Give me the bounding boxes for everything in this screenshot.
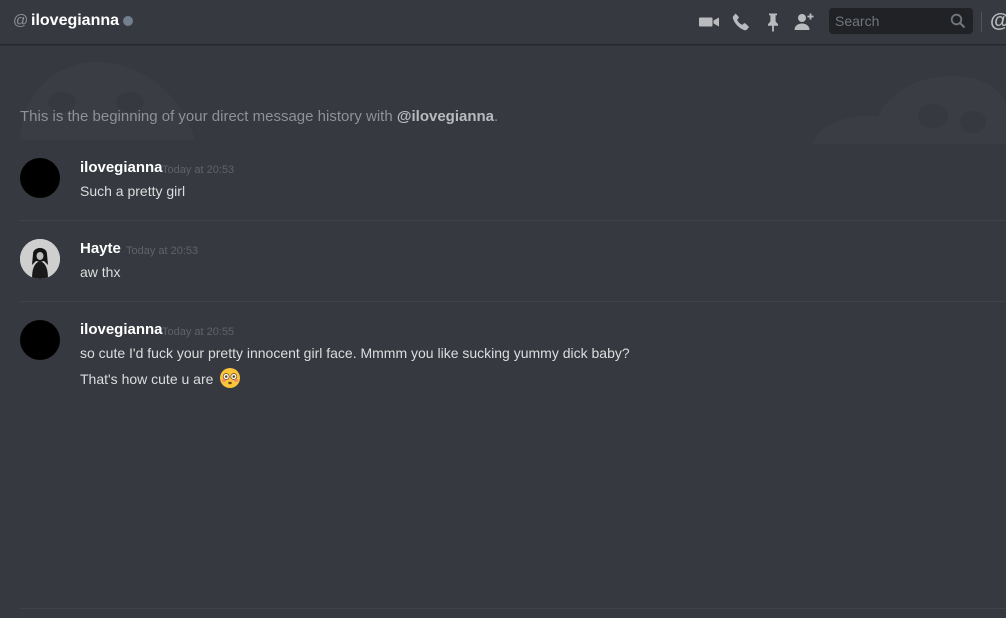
video-call-icon[interactable] (698, 11, 720, 33)
message-timestamp: Today at 20:53 (162, 164, 235, 176)
message-text-line: That's how cute u are (80, 367, 241, 389)
header-divider (981, 12, 982, 32)
search-input[interactable] (829, 8, 947, 34)
composer-divider (20, 608, 1006, 609)
avatar[interactable] (20, 320, 60, 360)
add-friend-icon[interactable] (793, 11, 815, 33)
message-author[interactable]: ilovegianna (80, 159, 163, 177)
notice-mention[interactable]: @ilovegianna (397, 108, 494, 125)
voice-call-icon[interactable] (730, 11, 752, 33)
flushed-face-emoji-icon (219, 367, 241, 389)
message-divider (20, 301, 1006, 302)
avatar[interactable] (20, 239, 60, 279)
message-text: Such a pretty girl (80, 183, 186, 199)
message-timestamp: Today at 20:53 (126, 245, 199, 257)
message-author[interactable]: ilovegianna (80, 321, 163, 339)
message-divider (20, 220, 1006, 221)
channel-header: @ ilovegianna @ (0, 0, 1006, 45)
dm-window: @ ilovegianna @ (0, 0, 1006, 618)
at-icon: @ (13, 12, 29, 29)
status-indicator (123, 16, 133, 26)
search-icon[interactable] (950, 13, 966, 29)
channel-name: ilovegianna (31, 12, 120, 29)
message-text: aw thx (80, 264, 121, 280)
mentions-icon[interactable]: @ (990, 10, 1006, 32)
wumpus-decoration-right-icon (813, 75, 1006, 144)
avatar[interactable] (20, 158, 60, 198)
pin-icon[interactable] (762, 11, 784, 33)
notice-text: This is the beginning of your direct mes… (20, 108, 397, 125)
message-author[interactable]: Hayte (80, 240, 121, 258)
message-text: so cute I'd fuck your pretty innocent gi… (80, 345, 630, 361)
notice-suffix: . (494, 108, 499, 125)
message-timestamp: Today at 20:55 (162, 326, 235, 338)
search-bar[interactable] (829, 8, 973, 34)
message-text: That's how cute u are (80, 371, 214, 387)
conversation-start-notice: This is the beginning of your direct mes… (20, 107, 498, 127)
